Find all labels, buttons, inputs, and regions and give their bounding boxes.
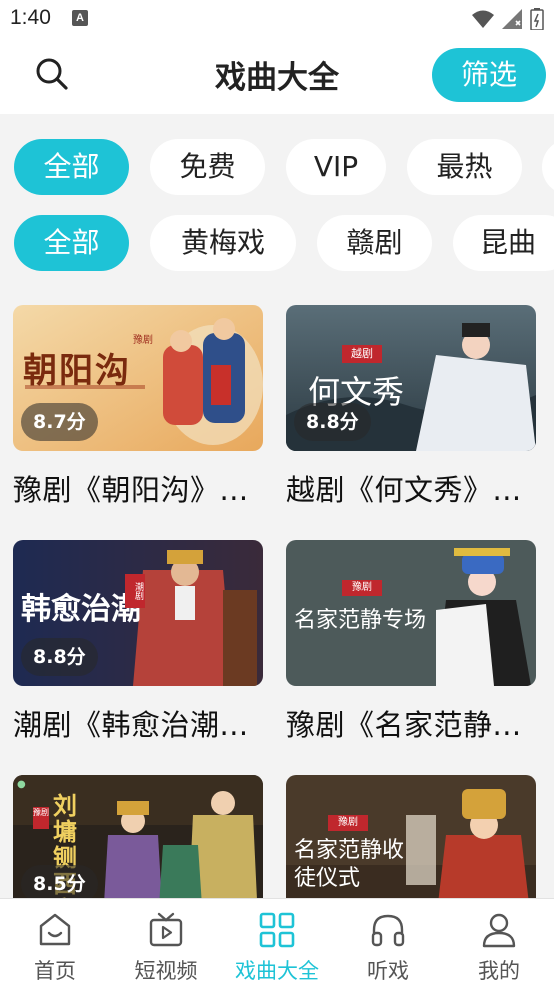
opera-card[interactable]: 韩愈治潮 潮剧 8.8分 潮剧《韩愈治潮... (13, 540, 263, 744)
rating-badge: 8.8分 (294, 403, 371, 441)
genre-chip-huangmeixi[interactable]: 黄梅戏 (150, 215, 296, 271)
tab-home[interactable]: 首页 (0, 899, 110, 984)
poster-thumbnail: ● 刘墉铡西宫 豫剧 8.5分 (13, 775, 263, 898)
poster-title: 韩愈治潮 (21, 592, 141, 627)
opera-card[interactable]: 豫剧 名家范静收徒仪式 (286, 775, 536, 898)
poster-thumbnail: 豫剧 名家范静收徒仪式 (286, 775, 536, 898)
rating-badge: 8.8分 (21, 638, 98, 676)
card-title: 豫剧《朝阳沟》... (13, 473, 249, 507)
poster-tag: 豫剧 (33, 807, 49, 829)
poster-title: 朝阳沟 (23, 351, 131, 391)
price-chip-more[interactable] (542, 139, 554, 195)
status-icons (472, 7, 544, 31)
poster-tag: 越剧 (342, 345, 382, 363)
poster-tag: 豫剧 (133, 335, 153, 346)
poster-thumbnail: 朝阳沟 豫剧 8.7分 (13, 305, 263, 451)
tab-profile[interactable]: 我的 (444, 899, 554, 984)
bottom-tab-bar: 首页 短视频 戏曲大全 听戏 我的 (0, 898, 554, 984)
poster-tag: 豫剧 (328, 815, 368, 831)
card-title: 越剧《何文秀》... (286, 473, 522, 507)
poster-tag: 豫剧 (342, 580, 382, 596)
genre-chip-kunqu[interactable]: 昆曲 (453, 215, 554, 271)
signal-icon (502, 9, 522, 29)
tab-label: 首页 (34, 959, 76, 983)
genre-chip-ganju[interactable]: 赣剧 (317, 215, 432, 271)
poster-thumbnail: 豫剧 名家范静专场 (286, 540, 536, 686)
status-time: 1:40 (10, 6, 51, 29)
poster-title: 名家范静收徒仪式 (294, 838, 405, 891)
tab-label: 戏曲大全 (235, 959, 319, 983)
opera-card[interactable]: 越剧 何文秀 8.8分 越剧《何文秀》... (286, 305, 536, 509)
tab-opera-collection[interactable]: 戏曲大全 (222, 899, 332, 984)
opera-card[interactable]: 豫剧 名家范静专场 豫剧《名家范静... (286, 540, 536, 744)
tab-short-video[interactable]: 短视频 (111, 899, 221, 984)
opera-grid: 朝阳沟 豫剧 8.7分 豫剧《朝阳沟》... 越剧 何文秀 8.8分 越剧《何文… (0, 305, 554, 898)
tab-listen-opera[interactable]: 听戏 (333, 899, 443, 984)
poster-tag: 潮剧 (125, 574, 145, 608)
filter-button[interactable]: 筛选 (432, 48, 546, 102)
home-icon (39, 913, 71, 946)
rating-badge: 8.5分 (21, 865, 98, 898)
opera-card[interactable]: ● 刘墉铡西宫 豫剧 8.5分 (13, 775, 263, 898)
user-icon (482, 913, 516, 948)
genre-chip-all[interactable]: 全部 (14, 215, 129, 271)
headphones-icon (371, 914, 405, 947)
price-chip-vip[interactable]: VIP (286, 139, 386, 195)
card-title: 潮剧《韩愈治潮... (13, 708, 249, 742)
price-chip-hot[interactable]: 最热 (407, 139, 522, 195)
price-filter-row: 全部 免费 VIP 最热 (0, 139, 554, 197)
poster-thumbnail: 越剧 何文秀 8.8分 (286, 305, 536, 451)
notification-icon: A (72, 10, 88, 26)
price-chip-free[interactable]: 免费 (150, 139, 265, 195)
tab-label: 我的 (478, 959, 520, 983)
card-title: 豫剧《名家范静... (286, 708, 522, 742)
grid-icon (259, 912, 295, 948)
tab-label: 听戏 (367, 959, 409, 983)
poster-thumbnail: 韩愈治潮 潮剧 8.8分 (13, 540, 263, 686)
battery-icon (530, 8, 544, 30)
genre-filter-row: 全部 黄梅戏 赣剧 昆曲 (0, 215, 554, 273)
rating-badge: 8.7分 (21, 403, 98, 441)
app-header: 戏曲大全 筛选 (0, 38, 554, 114)
status-bar: 1:40 A (0, 0, 554, 38)
tab-label: 短视频 (134, 959, 198, 983)
video-icon (149, 912, 183, 947)
price-chip-all[interactable]: 全部 (14, 139, 129, 195)
wifi-icon (472, 10, 494, 28)
opera-card[interactable]: 朝阳沟 豫剧 8.7分 豫剧《朝阳沟》... (13, 305, 263, 509)
poster-title: 名家范静专场 (294, 608, 427, 633)
channel-logo: ● (17, 779, 26, 790)
